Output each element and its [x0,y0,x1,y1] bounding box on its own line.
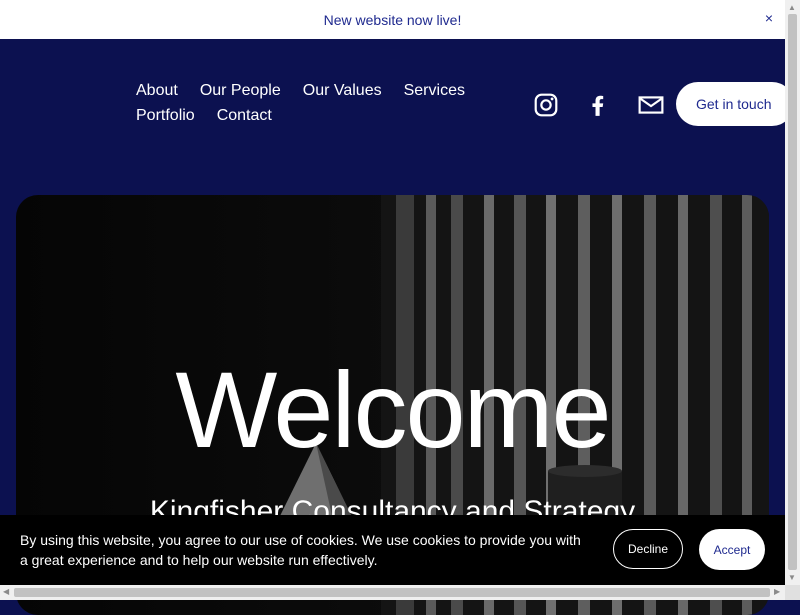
main-nav: About Our People Our Values Services Por… [136,81,496,126]
scroll-left-icon[interactable]: ◀ [3,587,9,596]
nav-link-about[interactable]: About [136,81,178,101]
scroll-right-icon[interactable]: ▶ [774,587,780,596]
email-icon[interactable] [638,92,664,118]
cookie-banner: By using this website, you agree to our … [0,515,785,585]
nav-link-portfolio[interactable]: Portfolio [136,106,195,126]
accept-button[interactable]: Accept [699,529,765,570]
horizontal-scrollbar[interactable]: ◀ ▶ [0,585,785,600]
cookie-message: By using this website, you agree to our … [20,532,581,568]
vertical-scrollbar[interactable]: ▲ ▼ [785,0,800,585]
scroll-up-icon[interactable]: ▲ [788,3,796,12]
decline-button[interactable]: Decline [613,529,683,569]
announcement-bar[interactable]: New website now live! × [0,0,785,39]
scrollbar-corner [785,585,800,600]
instagram-icon[interactable] [533,92,559,118]
nav-link-contact[interactable]: Contact [217,106,272,126]
horizontal-scroll-thumb[interactable] [14,588,770,597]
scroll-down-icon[interactable]: ▼ [788,573,796,582]
vertical-scroll-thumb[interactable] [788,14,797,570]
header: About Our People Our Values Services Por… [0,39,794,194]
hero-title: Welcome [175,349,611,470]
nav-link-our-people[interactable]: Our People [200,81,281,101]
get-in-touch-button[interactable]: Get in touch [676,82,794,126]
facebook-icon[interactable] [585,92,611,118]
nav-link-services[interactable]: Services [404,81,465,101]
nav-link-our-values[interactable]: Our Values [303,81,382,101]
close-icon[interactable]: × [765,10,773,26]
announcement-text[interactable]: New website now live! [324,12,462,28]
